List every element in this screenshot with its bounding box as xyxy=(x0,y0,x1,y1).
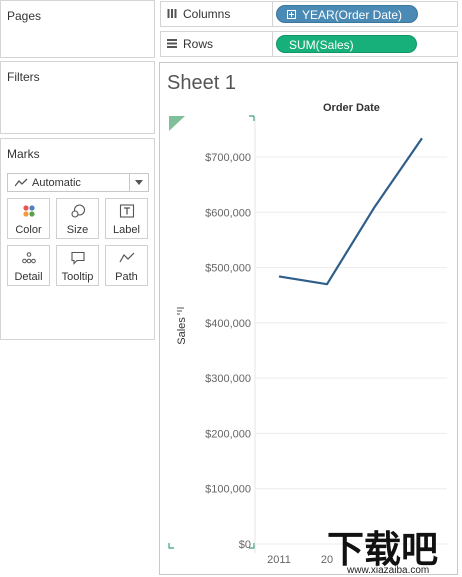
columns-label: Columns xyxy=(183,7,231,21)
y-tick-label: $400,000 xyxy=(205,318,251,330)
path-line-icon xyxy=(119,252,135,263)
year-order-date-pill[interactable]: YEAR(Order Date) xyxy=(276,5,418,23)
columns-shelf[interactable]: Columns YEAR(Order Date) xyxy=(160,1,458,27)
mark-type-dropdown[interactable]: Automatic xyxy=(7,173,149,192)
sales-line xyxy=(278,137,423,286)
y-tick-label: $600,000 xyxy=(205,207,251,219)
marks-title: Marks xyxy=(7,147,40,161)
columns-pill-label: YEAR(Order Date) xyxy=(302,8,403,22)
columns-shelf-label: Columns xyxy=(161,2,273,26)
color-label: Color xyxy=(15,224,42,236)
size-circles-icon xyxy=(71,204,86,218)
text-label-icon xyxy=(119,204,135,218)
line-chart: $0 $100,000 $200,000 $300,000 $400,000 $500,0… xyxy=(168,115,447,566)
chevron-down-icon[interactable] xyxy=(129,174,148,191)
rows-pill-label: SUM(Sales) xyxy=(289,38,354,52)
watermark-url-text: www.xiazaiba.com xyxy=(347,565,430,576)
rows-label: Rows xyxy=(183,37,214,51)
rows-icon xyxy=(167,39,177,48)
pages-card: Pages xyxy=(0,0,155,58)
tooltip-button[interactable]: Tooltip xyxy=(56,245,99,286)
label-button[interactable]: Label xyxy=(105,198,148,239)
x-tick-label: 2011 xyxy=(267,554,291,566)
detail-button[interactable]: Detail xyxy=(7,245,50,286)
sort-icon xyxy=(177,307,184,315)
corner-marker xyxy=(168,543,174,549)
rows-shelf-label: Rows xyxy=(161,32,273,56)
size-button[interactable]: Size xyxy=(56,198,99,239)
rows-shelf[interactable]: Rows SUM(Sales) xyxy=(160,31,458,57)
y-tick-label: $300,000 xyxy=(205,373,251,385)
sheet-view: Sheet 1 Order Date $0 $100,000 $200,000 $30… xyxy=(159,62,458,575)
filters-card: Filters xyxy=(0,61,155,134)
tooltip-bubble-icon xyxy=(71,251,85,265)
filters-title: Filters xyxy=(7,70,40,84)
expand-plus-icon[interactable] xyxy=(287,10,296,19)
mark-type-label: Automatic xyxy=(32,177,81,189)
y-tick-label: $100,000 xyxy=(205,484,251,496)
columns-icon xyxy=(167,9,177,18)
y-tick-label: $0 xyxy=(239,539,251,551)
line-mark-icon xyxy=(15,178,28,187)
sum-sales-pill[interactable]: SUM(Sales) xyxy=(276,35,417,53)
pages-title: Pages xyxy=(7,9,42,23)
watermark-logo: 下载吧 www.xiazaiba.com xyxy=(325,519,462,577)
size-label: Size xyxy=(66,224,89,236)
y-tick-label: $200,000 xyxy=(205,428,251,440)
header-triangle-icon xyxy=(169,116,185,131)
detail-dots-icon xyxy=(22,252,36,264)
y-tick-label: $500,000 xyxy=(205,263,251,275)
corner-marker xyxy=(249,115,255,121)
y-tick-label: $700,000 xyxy=(205,152,251,164)
y-axis-title: Sales xyxy=(176,317,188,345)
label-label: Label xyxy=(113,224,140,236)
marks-card: Marks Automatic Color Size Label Detail … xyxy=(0,138,155,340)
tooltip-label: Tooltip xyxy=(61,271,94,283)
path-button[interactable]: Path xyxy=(105,245,148,286)
path-label: Path xyxy=(115,271,138,283)
detail-label: Detail xyxy=(14,271,43,283)
color-dots-icon xyxy=(23,205,35,217)
color-button[interactable]: Color xyxy=(7,198,50,239)
